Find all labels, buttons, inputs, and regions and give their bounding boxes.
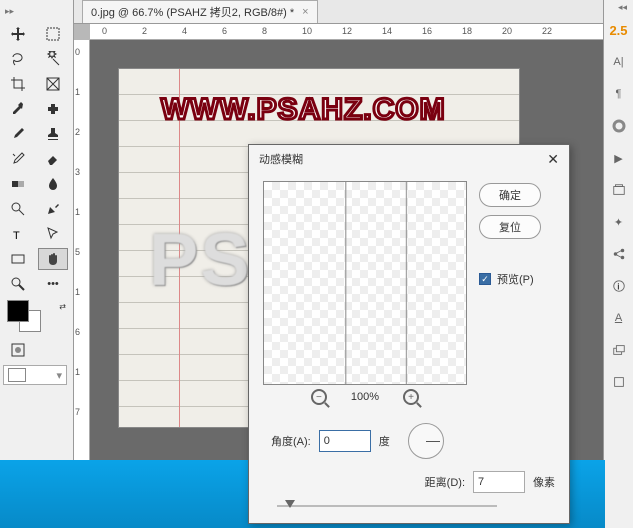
ruler-vertical: 0123151617 [74,40,90,508]
tab-title: 0.jpg @ 66.7% (PSAHZ 拷贝2, RGB/8#) * [91,4,294,20]
marquee-tool[interactable] [38,23,68,45]
svg-text:T: T [13,230,20,242]
swap-icon[interactable]: ⇄ [59,302,66,311]
close-icon[interactable]: × [302,6,308,18]
expand-icon[interactable]: ▸▸ [3,4,70,19]
glyph-icon[interactable]: A [609,308,629,328]
motion-blur-dialog: 动感模糊 ✕ 100% 确定 复位 ✓ 预览(P) 角度(A): 度 [248,144,570,524]
libraries-icon[interactable] [609,180,629,200]
play-icon[interactable]: ▶ [609,148,629,168]
zoom-out-icon[interactable] [311,389,327,405]
tools-panel: ▸▸ T ••• ⇄ [0,0,74,528]
pen-tool[interactable] [38,198,68,220]
brush-tool[interactable] [3,123,33,145]
angle-dial[interactable] [408,423,444,459]
rect-tool[interactable] [3,248,33,270]
sparkle-icon[interactable]: ✦ [609,212,629,232]
blur-tool[interactable] [38,173,68,195]
move-tool[interactable] [3,23,33,45]
logo-text: WWW.PSAHZ.COM [161,93,446,127]
zoom-in-icon[interactable] [403,389,419,405]
document-tab[interactable]: 0.jpg @ 66.7% (PSAHZ 拷贝2, RGB/8#) * × [82,0,318,23]
preview-checkbox[interactable]: ✓ 预览(P) [479,271,541,287]
gradient-tool[interactable] [3,173,33,195]
svg-text:i: i [617,282,619,293]
angle-label: 角度(A): [271,433,311,449]
dialog-title: 动感模糊 [259,151,303,167]
lasso-tool[interactable] [3,48,33,70]
refresh-icon[interactable] [609,116,629,136]
preview-area[interactable] [263,181,467,385]
eyedropper-tool[interactable] [3,98,33,120]
distance-unit: 像素 [533,474,555,490]
dodge-tool[interactable] [3,198,33,220]
type-tool[interactable]: T [3,223,33,245]
info-icon[interactable]: i [609,276,629,296]
angle-input[interactable] [319,430,371,452]
color-swatches[interactable]: ⇄ [3,300,70,336]
character-icon[interactable]: A| [609,52,629,72]
angle-unit: 度 [379,433,390,449]
right-panel: ◂◂ 2.5 A| ¶ ▶ ✦ i A [603,0,633,528]
more-tool[interactable]: ••• [38,273,68,295]
screenmode-select[interactable]: ▾ [3,365,67,385]
ruler-horizontal: 0246810121416182022 [90,24,603,40]
distance-input[interactable] [473,471,525,493]
preview-label: 预览(P) [497,271,534,287]
eraser-tool[interactable] [38,148,68,170]
ok-button[interactable]: 确定 [479,183,541,207]
hand-tool[interactable] [38,248,68,270]
distance-label: 距离(D): [425,474,465,490]
history-brush-tool[interactable] [3,148,33,170]
frame-tool[interactable] [38,73,68,95]
close-icon[interactable]: ✕ [547,151,559,168]
path-select-tool[interactable] [38,223,68,245]
zoom-tool[interactable] [3,273,33,295]
share-icon[interactable] [609,244,629,264]
stamp-tool[interactable] [38,123,68,145]
heal-tool[interactable] [38,98,68,120]
zoom-level: 100% [351,391,379,403]
layers-icon[interactable] [609,340,629,360]
distance-slider[interactable] [277,505,497,507]
document-tabs: 0.jpg @ 66.7% (PSAHZ 拷贝2, RGB/8#) * × [74,0,603,24]
quickmask-tool[interactable] [3,339,70,361]
collapse-icon[interactable]: ◂◂ [618,2,627,13]
fg-color[interactable] [7,300,29,322]
paragraph-icon[interactable]: ¶ [609,84,629,104]
brush-size[interactable]: 2.5 [609,20,629,40]
check-icon: ✓ [479,273,491,285]
reset-button[interactable]: 复位 [479,215,541,239]
wand-tool[interactable] [38,48,68,70]
channels-icon[interactable] [609,372,629,392]
crop-tool[interactable] [3,73,33,95]
